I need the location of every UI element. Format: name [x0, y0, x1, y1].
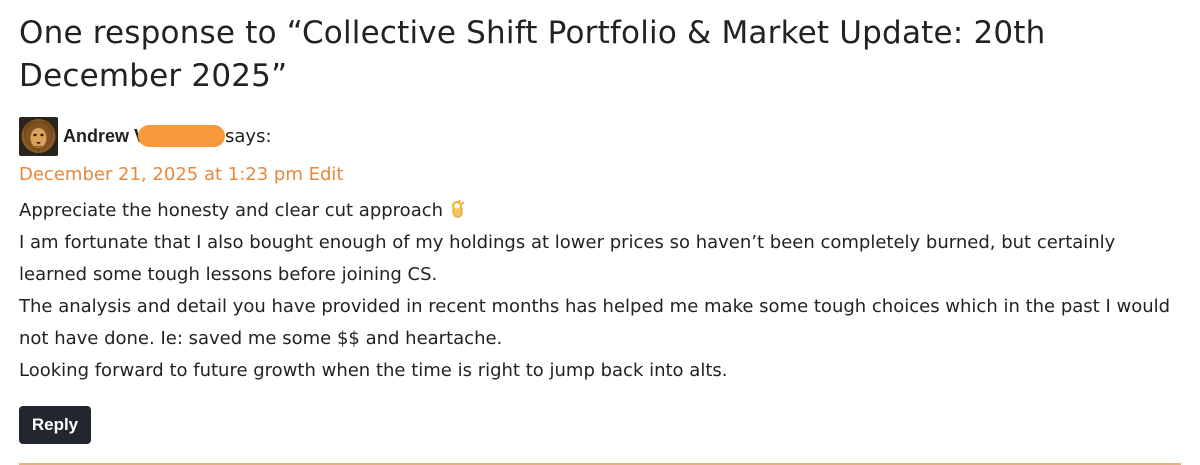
edit-link[interactable]: Edit: [309, 164, 344, 185]
comment-author-meta: Andrew V says:: [19, 117, 619, 159]
reply-button[interactable]: Reply: [19, 406, 91, 444]
comments-section: One response to “Collective Shift Portfo…: [19, 0, 1181, 465]
author-name[interactable]: Andrew V: [63, 126, 146, 146]
comment-date-line: December 21, 2025 at 1:23 pm Edit: [19, 163, 343, 187]
author-line: Andrew V says:: [63, 124, 272, 148]
comment-date-link[interactable]: December 21, 2025 at 1:23 pm: [19, 164, 303, 185]
comment-text: Appreciate the honesty and clear cut app…: [19, 200, 444, 221]
redaction-mark: [138, 125, 226, 147]
comment-paragraph: The analysis and detail you have provide…: [19, 296, 1171, 349]
comment-paragraph: Appreciate the honesty and clear cut app…: [19, 195, 1181, 227]
lion-avatar-icon: [19, 117, 58, 156]
comments-heading: One response to “Collective Shift Portfo…: [19, 15, 1046, 94]
says-label: says:: [225, 126, 272, 147]
comment-body: Appreciate the honesty and clear cut app…: [19, 195, 1181, 387]
comment-paragraph: I am fortunate that I also bought enough…: [19, 232, 1116, 285]
comment-paragraph: Looking forward to future growth when th…: [19, 360, 728, 381]
ok-hand-icon: [447, 198, 467, 218]
